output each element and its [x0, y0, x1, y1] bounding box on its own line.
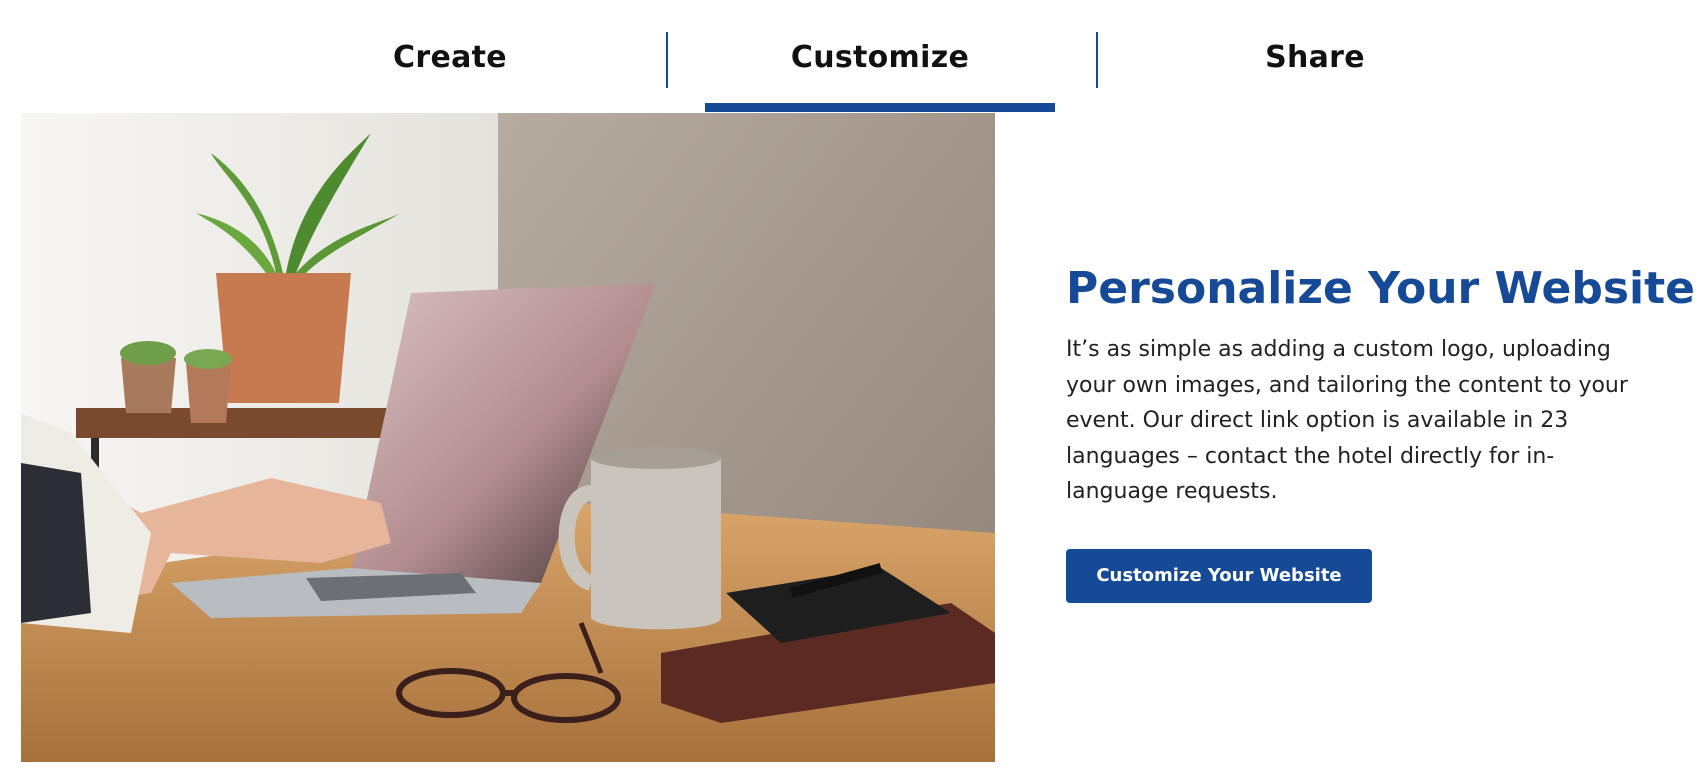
customize-website-button[interactable]: Customize Your Website: [1066, 548, 1372, 603]
promo-title: Personalize Your Website: [1066, 263, 1695, 314]
tab-customize-label: Customize: [790, 40, 970, 75]
tab-create-label: Create: [393, 40, 507, 75]
tab-divider: [1096, 32, 1098, 88]
laptop-workspace-photo: [21, 113, 995, 762]
promo-description: It’s as simple as adding a custom logo, …: [1066, 337, 1628, 504]
tab-divider: [666, 32, 668, 88]
tab-customize[interactable]: Customize: [705, 0, 1055, 112]
tab-share-label: Share: [1265, 40, 1365, 75]
tab-share[interactable]: Share: [1135, 0, 1495, 112]
hero-image: [21, 113, 995, 762]
active-tab-indicator: [705, 103, 1055, 112]
promo-panel: Personalize Your Website It’s as simple …: [1066, 258, 1695, 603]
tab-create[interactable]: Create: [270, 0, 630, 112]
tab-bar: Create Customize Share: [0, 0, 1701, 112]
